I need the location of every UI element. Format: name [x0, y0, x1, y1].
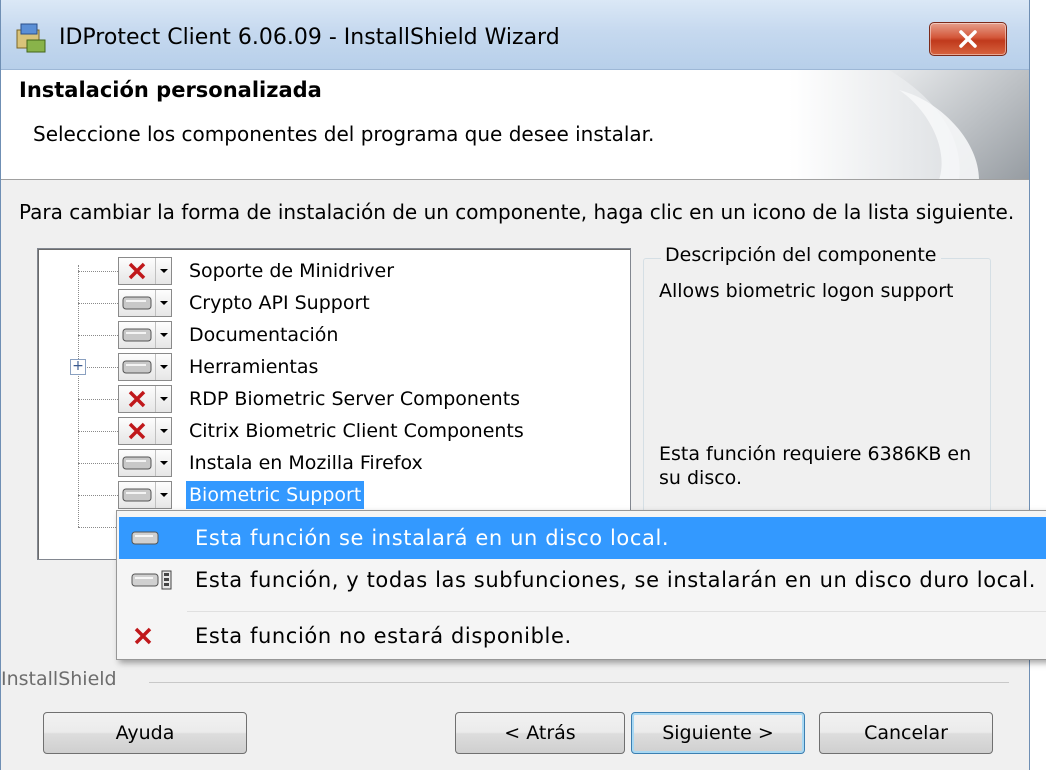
feature-state-button[interactable]: [118, 289, 172, 317]
x-icon: [128, 262, 146, 280]
menu-item-unavailable[interactable]: Esta función no estará disponible.: [119, 615, 1046, 657]
tree-item-label[interactable]: Documentación: [186, 319, 341, 351]
drive-icon: [122, 296, 152, 310]
tree-item[interactable]: + Herramientas: [38, 351, 630, 383]
tree-item[interactable]: Documentación: [38, 319, 630, 351]
dropdown-arrow-icon: [159, 333, 168, 337]
description-legend: Descripción del componente: [661, 244, 941, 266]
tree-item[interactable]: Instala en Mozilla Firefox: [38, 447, 630, 479]
feature-state-button[interactable]: [118, 417, 172, 445]
tree-item[interactable]: Citrix Biometric Client Components: [38, 415, 630, 447]
dropdown-arrow-icon: [159, 301, 168, 305]
tree-item-label[interactable]: Soporte de Minidriver: [186, 255, 397, 287]
page-title: Instalación personalizada: [19, 78, 322, 102]
installshield-brand: InstallShield: [1, 668, 117, 690]
dropdown-arrow-icon: [159, 397, 168, 401]
feature-state-button[interactable]: [118, 449, 172, 477]
tree-item[interactable]: Soporte de Minidriver: [38, 255, 630, 287]
drive-icon: [122, 488, 152, 502]
menu-item-label: Esta función se instalará en un disco lo…: [195, 526, 670, 550]
next-button[interactable]: Siguiente >: [631, 712, 805, 754]
drive-icon: [122, 328, 152, 342]
menu-item-install-all-local[interactable]: Esta función, y todas las subfunciones, …: [119, 559, 1046, 601]
menu-item-label: Esta función, y todas las subfunciones, …: [195, 568, 1036, 592]
footer-divider: [149, 682, 1009, 683]
x-icon: [128, 390, 146, 408]
header-banner-graphic: [789, 70, 1029, 179]
tree-item-label[interactable]: Citrix Biometric Client Components: [186, 415, 527, 447]
x-icon: [134, 627, 152, 645]
drive-subfeatures-icon: [131, 570, 172, 590]
installer-app-icon: [16, 23, 46, 53]
cancel-button[interactable]: Cancelar: [819, 712, 993, 754]
tree-item-label[interactable]: Biometric Support: [186, 481, 365, 509]
menu-item-label: Esta función no estará disponible.: [195, 624, 572, 648]
title-bar[interactable]: IDProtect Client 6.06.09 - InstallShield…: [1, 0, 1029, 70]
dropdown-arrow-icon: [159, 461, 168, 465]
feature-state-button[interactable]: [118, 353, 172, 381]
disk-requirement-text: Esta función requiere 6386KB en su disco…: [659, 443, 972, 489]
back-button[interactable]: < Atrás: [455, 712, 625, 754]
page-subtitle: Seleccione los componentes del programa …: [33, 122, 655, 146]
drive-icon: [122, 456, 152, 470]
feature-state-button[interactable]: [118, 481, 172, 509]
help-button[interactable]: Ayuda: [43, 712, 247, 754]
x-icon: [128, 422, 146, 440]
drive-icon: [131, 531, 159, 545]
instruction-text: Para cambiar la forma de instalación de …: [19, 200, 1015, 224]
dropdown-arrow-icon: [159, 365, 168, 369]
drive-icon: [122, 360, 152, 374]
dropdown-arrow-icon: [159, 269, 168, 273]
wizard-header: Instalación personalizada Seleccione los…: [1, 70, 1029, 180]
window-title: IDProtect Client 6.06.09 - InstallShield…: [59, 25, 560, 50]
expand-plus-icon[interactable]: +: [70, 359, 86, 375]
feature-state-button[interactable]: [118, 321, 172, 349]
description-text: Allows biometric logon support: [659, 280, 954, 302]
close-button[interactable]: [929, 22, 1007, 56]
menu-item-install-local[interactable]: Esta función se instalará en un disco lo…: [119, 517, 1046, 559]
feature-state-button[interactable]: [118, 257, 172, 285]
tree-item-label[interactable]: Crypto API Support: [186, 287, 373, 319]
tree-item-label[interactable]: Herramientas: [186, 351, 321, 383]
menu-separator: [187, 611, 1046, 612]
tree-item[interactable]: Crypto API Support: [38, 287, 630, 319]
close-icon: [959, 30, 977, 48]
dropdown-arrow-icon: [159, 429, 168, 433]
feature-options-menu[interactable]: Esta función se instalará en un disco lo…: [116, 510, 1046, 660]
tree-item-label[interactable]: Instala en Mozilla Firefox: [186, 447, 426, 479]
feature-state-button[interactable]: [118, 385, 172, 413]
tree-item[interactable]: RDP Biometric Server Components: [38, 383, 630, 415]
dropdown-arrow-icon: [159, 493, 168, 497]
tree-item-label[interactable]: RDP Biometric Server Components: [186, 383, 523, 415]
tree-item-selected[interactable]: Biometric Support: [38, 479, 630, 511]
